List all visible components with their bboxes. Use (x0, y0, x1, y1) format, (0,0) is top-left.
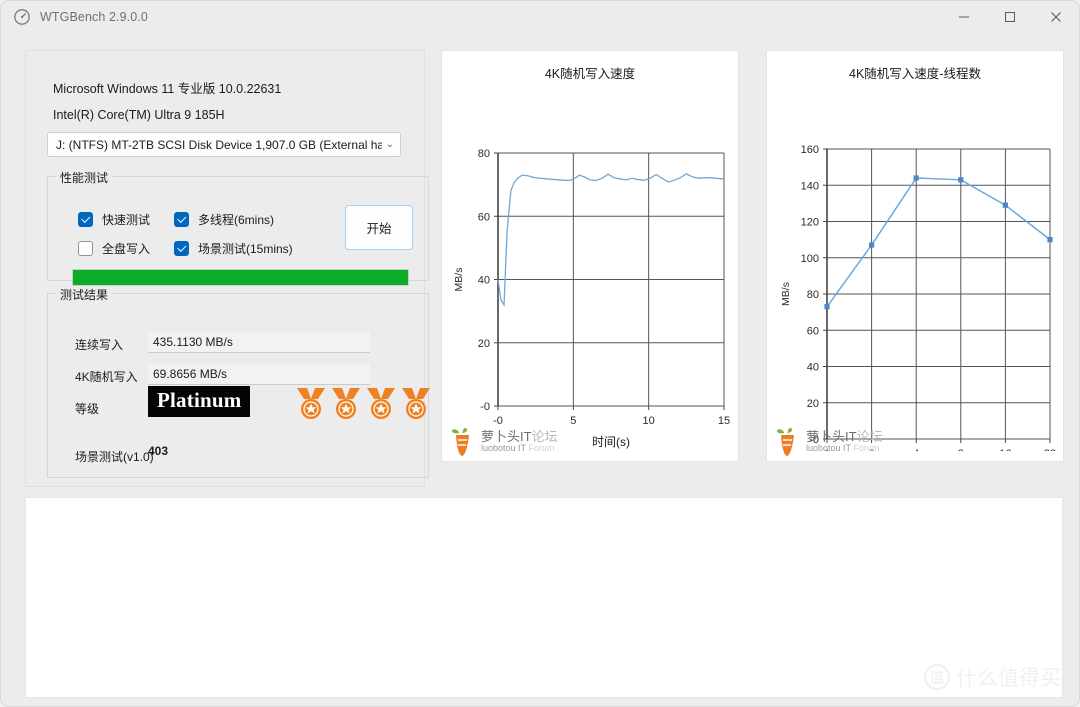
checkbox-multithread[interactable]: 多线程(6mins) (174, 211, 274, 228)
chart-1-title: 4K随机写入速度 (544, 67, 636, 81)
gauge-icon (14, 8, 30, 25)
chart-2-title: 4K随机写入速度-线程数 (849, 67, 981, 81)
window-title: WTGBench 2.9.0.0 (40, 9, 148, 24)
svg-text:-0: -0 (493, 415, 503, 427)
checkbox-full-disk-write[interactable]: 全盘写入 (78, 240, 150, 257)
random-4k-write-label: 4K随机写入 (75, 370, 138, 384)
close-icon (1051, 11, 1061, 22)
svg-text:5: 5 (570, 415, 576, 427)
progress-bar-fill (73, 270, 408, 285)
disk-select-combobox[interactable]: J: (NTFS) MT-2TB SCSI Disk Device 1,907.… (47, 132, 401, 157)
random-4k-write-value: 69.8656 MB/s (148, 364, 370, 385)
svg-text:20: 20 (807, 398, 819, 410)
svg-text:100: 100 (801, 253, 819, 265)
watermark-smzdm: 值 什么值得买 (924, 662, 1061, 692)
svg-text:8: 8 (958, 448, 964, 451)
svg-text:140: 140 (801, 180, 819, 192)
chart-panel-random-write-threads: 4K随机写入速度-线程数 -02040608010012014016012481… (766, 50, 1064, 462)
svg-text:MB/s: MB/s (780, 282, 792, 306)
svg-text:20: 20 (478, 338, 490, 350)
svg-text:80: 80 (478, 148, 490, 160)
wm-en-light: Forum (528, 443, 555, 454)
smzdm-text: 什么值得买 (956, 666, 1061, 690)
svg-text:120: 120 (801, 217, 819, 229)
performance-group-legend: 性能测试 (56, 169, 113, 186)
minimize-icon (959, 16, 969, 17)
svg-text:32: 32 (1044, 448, 1056, 451)
checkbox-scene-test-label: 场景测试(15mins) (198, 242, 293, 256)
grade-badge: Platinum (148, 386, 251, 417)
maximize-button[interactable] (987, 1, 1033, 32)
minimize-button[interactable] (941, 1, 987, 32)
watermark-luobotou-1: 萝卜头IT论坛 luobotou IT Forum (450, 427, 558, 457)
svg-text:80: 80 (807, 289, 819, 301)
chart-1-plot: -0 20 40 60 80 -0 5 10 15 MB/s 时间(s) (453, 148, 730, 449)
full-disk-write-canvas (25, 497, 1063, 698)
checkbox-quick-test[interactable]: 快速测试 (78, 211, 150, 228)
chevron-down-icon: ⌄ (385, 139, 394, 150)
wm-en-light: Forum (853, 443, 880, 454)
checkbox-multithread-box[interactable] (174, 212, 189, 227)
checkbox-quick-test-label: 快速测试 (102, 213, 151, 227)
svg-text:MB/s: MB/s (453, 268, 465, 292)
chart-panel-random-write-speed: 4K随机写入速度 -0 20 40 60 80 -0 5 10 15 MB/s 时间(s) 萝卜头I… (441, 50, 739, 462)
bottom-strip (441, 467, 1064, 489)
medal-icon (297, 388, 325, 419)
wm-en-bold: luobotou IT (481, 443, 526, 454)
sequential-write-value: 435.1130 MB/s (148, 332, 370, 353)
carrot-icon (777, 427, 794, 456)
test-results-group: 测试结果 连续写入 435.1130 MB/s 4K随机写入 69.8656 M… (47, 286, 431, 478)
svg-text:15: 15 (718, 415, 730, 427)
checkbox-quick-test-box[interactable] (78, 212, 93, 227)
medal-icon (332, 388, 360, 419)
svg-text:40: 40 (478, 275, 490, 287)
window-content: Microsoft Windows 11 专业版 10.0.22631 Inte… (1, 32, 1079, 706)
svg-text:16: 16 (999, 448, 1011, 451)
wm-en-bold: luobotou IT (806, 443, 851, 454)
carrot-icon (452, 427, 469, 456)
wtgbench-window: WTGBench 2.9.0.0 Microsoft Windows 11 专业… (0, 0, 1080, 707)
sequential-write-label: 连续写入 (75, 338, 124, 352)
svg-text:时间(s): 时间(s) (592, 435, 630, 449)
checkbox-scene-test-box[interactable] (174, 241, 189, 256)
svg-text:-0: -0 (480, 401, 490, 413)
svg-text:160: 160 (801, 144, 819, 156)
progress-bar (72, 269, 409, 286)
medal-rating (296, 387, 431, 421)
close-button[interactable] (1033, 1, 1079, 32)
checkbox-multithread-label: 多线程(6mins) (198, 213, 275, 227)
medal-icon (402, 388, 430, 419)
scene-test-score: 403 (148, 444, 169, 458)
medal-icon (367, 388, 395, 419)
grade-label: 等级 (75, 402, 100, 416)
window-controls (941, 1, 1079, 32)
title-bar: WTGBench 2.9.0.0 (1, 1, 1079, 32)
performance-test-group: 性能测试 快速测试 全盘写入 多线程(6mins) 场景测试(15mins) 开… (47, 169, 429, 286)
cpu-info-text: Intel(R) Core(TM) Ultra 9 185H (53, 108, 225, 122)
start-button[interactable]: 开始 (345, 205, 413, 250)
watermark-luobotou-2: 萝卜头IT论坛 luobotou IT Forum (775, 427, 883, 457)
svg-text:40: 40 (807, 362, 819, 374)
checkbox-scene-test[interactable]: 场景测试(15mins) (174, 240, 293, 257)
scene-test-label: 场景测试(v1.0) (75, 450, 154, 464)
svg-text:4: 4 (913, 448, 919, 451)
maximize-icon (1005, 11, 1015, 22)
checkbox-full-disk-write-box[interactable] (78, 241, 93, 256)
os-info-text: Microsoft Windows 11 专业版 10.0.22631 (53, 82, 282, 96)
smzdm-logo-icon: 值 (924, 664, 950, 690)
disk-select-value: J: (NTFS) MT-2TB SCSI Disk Device 1,907.… (56, 137, 382, 152)
svg-text:60: 60 (807, 325, 819, 337)
svg-text:10: 10 (643, 415, 655, 427)
left-panel: Microsoft Windows 11 专业版 10.0.22631 Inte… (25, 50, 430, 487)
svg-text:60: 60 (478, 211, 490, 223)
checkbox-full-disk-write-label: 全盘写入 (102, 242, 151, 256)
results-group-legend: 测试结果 (56, 286, 113, 303)
chart-2-plot: -02040608010012014016012481632MB/sThread… (780, 144, 1056, 451)
